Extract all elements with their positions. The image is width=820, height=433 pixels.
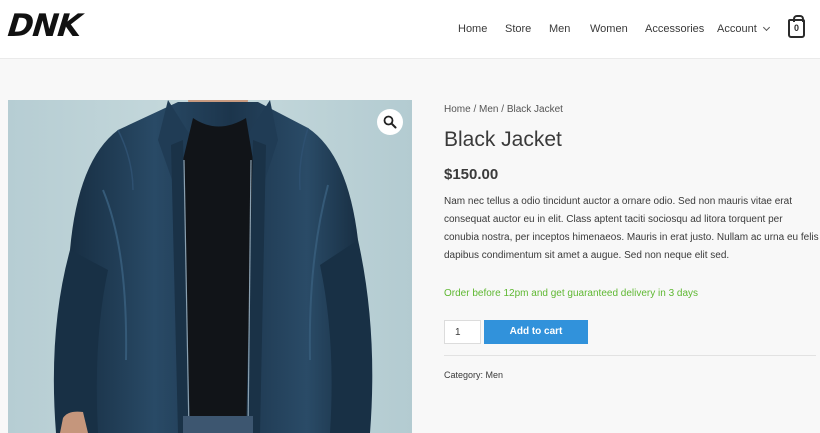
nav-account[interactable]: Account: [717, 22, 770, 36]
chevron-down-icon: [762, 23, 770, 32]
product-description: Nam nec tellus a odio tincidunt auctor a…: [444, 196, 819, 261]
cart-count: 0: [793, 23, 799, 33]
category-label: Category:: [444, 370, 484, 380]
divider: [444, 355, 816, 356]
product-image[interactable]: [8, 100, 412, 433]
site-logo[interactable]: DNK: [6, 8, 82, 44]
breadcrumb-current: Black Jacket: [506, 104, 563, 115]
cart-button[interactable]: 0: [788, 15, 805, 38]
product-price: $150.00: [444, 166, 499, 183]
product-title: Black Jacket: [444, 128, 562, 151]
breadcrumb-separator: /: [470, 104, 480, 115]
breadcrumb-home[interactable]: Home: [444, 104, 471, 115]
add-to-cart-button[interactable]: Add to cart: [484, 320, 588, 344]
zoom-button[interactable]: [377, 109, 403, 135]
jacket-photo: [8, 100, 412, 433]
magnifier-icon: [383, 115, 397, 129]
breadcrumb-separator: /: [498, 104, 507, 115]
nav-women[interactable]: Women: [590, 22, 628, 36]
nav-men[interactable]: Men: [549, 22, 570, 36]
nav-home[interactable]: Home: [458, 22, 487, 36]
quantity-input[interactable]: [444, 320, 481, 344]
nav-account-label: Account: [717, 23, 757, 35]
site-header: DNK Home Store Men Women Accessories Acc…: [0, 0, 820, 59]
breadcrumb-category[interactable]: Men: [479, 104, 498, 115]
breadcrumb: Home / Men / Black Jacket: [444, 103, 563, 116]
delivery-promo: Order before 12pm and get guaranteed del…: [444, 288, 699, 299]
category-link[interactable]: Men: [486, 370, 504, 380]
nav-store[interactable]: Store: [505, 22, 531, 36]
product-meta: Category: Men: [444, 369, 503, 381]
nav-accessories[interactable]: Accessories: [645, 22, 704, 36]
